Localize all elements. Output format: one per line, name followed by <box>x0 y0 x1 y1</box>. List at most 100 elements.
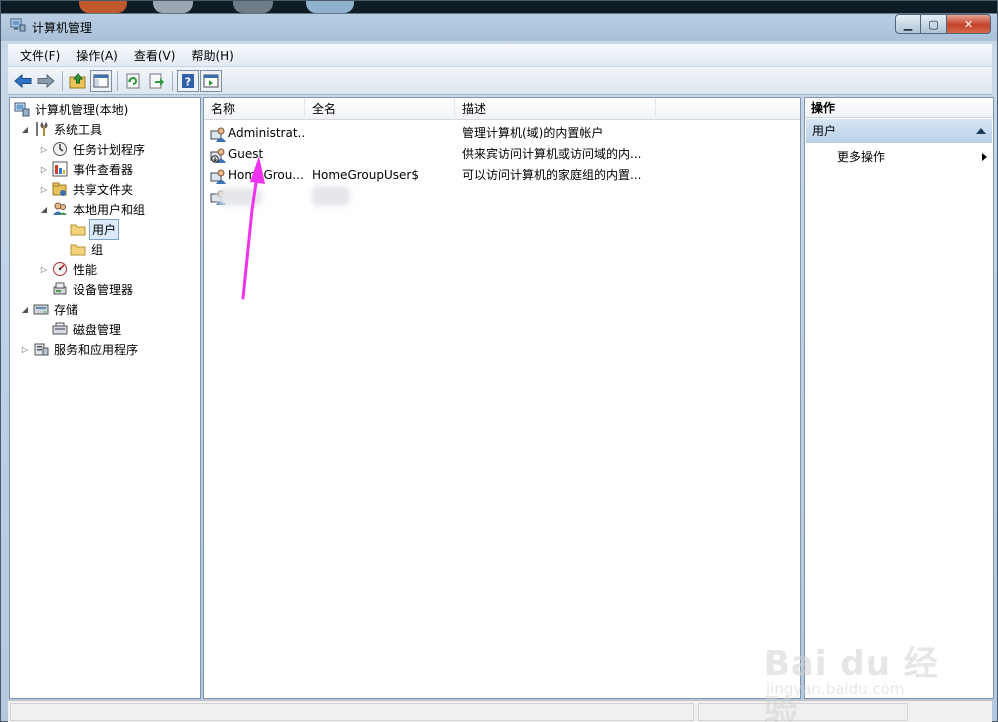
users-list: 名称 全名 描述 Administrat... 管理计算机(域)的内置帐户 Gu… <box>203 97 801 699</box>
collapse-triangle-icon[interactable]: ◢ <box>39 204 49 214</box>
menu-action[interactable]: 操作(A) <box>68 47 126 64</box>
tree-item-shared-folders[interactable]: ▷ 共享文件夹 <box>39 179 135 199</box>
user-account-icon <box>210 127 226 142</box>
shared-folders-icon <box>52 181 68 197</box>
show-hide-console-tree-button[interactable] <box>90 69 112 92</box>
window-controls: ▁ ▢ ✕ <box>895 14 991 34</box>
user-description: 供来宾访问计算机或访问域的内... <box>462 147 642 161</box>
taskbar-thumbnail <box>233 1 273 13</box>
tree-item-users[interactable]: 用户 <box>70 218 120 240</box>
task-scheduler-icon <box>52 141 68 157</box>
computer-management-window: 计算机管理 ▁ ▢ ✕ 文件(F) 操作(A) 查看(V) 帮助(H) ? 计算… <box>0 0 998 722</box>
storage-icon <box>33 301 49 317</box>
menu-help[interactable]: 帮助(H) <box>183 47 241 64</box>
tree-item-label: 事件查看器 <box>73 162 134 177</box>
tree-item-services-applications[interactable]: ▷ 服务和应用程序 <box>20 339 140 359</box>
title-bar[interactable]: 计算机管理 ▁ ▢ ✕ <box>1 1 997 41</box>
expand-triangle-icon[interactable]: ▷ <box>39 164 49 174</box>
tree-item-computer-management[interactable]: 计算机管理(本地) <box>14 99 130 119</box>
tree-item-device-manager[interactable]: 设备管理器 <box>52 279 135 299</box>
list-item[interactable]: Administrat... 管理计算机(域)的内置帐户 <box>204 123 800 144</box>
collapse-triangle-icon[interactable]: ◢ <box>20 124 30 134</box>
disk-management-icon <box>52 321 68 337</box>
performance-icon <box>52 261 68 277</box>
folder-icon <box>70 241 86 257</box>
expand-triangle-icon[interactable]: ▷ <box>39 144 49 154</box>
up-folder-button[interactable] <box>67 70 89 92</box>
more-actions-label: 更多操作 <box>837 150 886 164</box>
column-header-name[interactable]: 名称 <box>204 98 305 120</box>
status-segment <box>10 703 694 721</box>
expand-triangle-icon[interactable]: ▷ <box>20 344 30 354</box>
actions-section-label: 用户 <box>812 124 837 138</box>
system-tools-icon <box>33 121 49 137</box>
export-list-button[interactable] <box>145 70 167 92</box>
refresh-button[interactable] <box>122 70 144 92</box>
back-button[interactable] <box>12 70 34 92</box>
tree-item-storage[interactable]: ◢ 存储 <box>20 299 80 319</box>
maximize-icon: ▢ <box>928 17 939 31</box>
list-item[interactable]: Guest 供来宾访问计算机或访问域的内... <box>204 144 800 165</box>
list-item[interactable] <box>204 186 800 207</box>
actions-pane: 操作 用户 更多操作 <box>804 97 994 699</box>
window-title: 计算机管理 <box>32 21 93 35</box>
expand-triangle-icon[interactable]: ▷ <box>39 184 49 194</box>
taskbar-thumbnail <box>153 1 193 13</box>
folder-icon <box>70 221 86 237</box>
computer-management-icon <box>10 18 26 32</box>
taskbar-thumbnail <box>306 1 354 13</box>
user-name: Administrat... <box>228 126 306 140</box>
disabled-user-icon <box>210 148 226 163</box>
column-header-description[interactable]: 描述 <box>455 98 656 120</box>
tree-item-label: 任务计划程序 <box>73 142 146 157</box>
redacted-fullname <box>312 186 350 206</box>
tree-item-label: 共享文件夹 <box>73 182 134 197</box>
user-fullname <box>312 144 452 165</box>
tree-item-groups[interactable]: 组 <box>70 239 105 259</box>
actions-section-users[interactable]: 用户 <box>806 119 992 143</box>
close-button[interactable]: ✕ <box>947 14 991 34</box>
expand-triangle-icon[interactable]: ▷ <box>39 264 49 274</box>
user-description: 管理计算机(域)的内置帐户 <box>462 126 604 140</box>
tree-item-label: 设备管理器 <box>73 282 134 297</box>
toolbar: ? <box>8 67 992 95</box>
menu-view[interactable]: 查看(V) <box>126 47 184 64</box>
event-viewer-icon <box>52 161 68 177</box>
toolbar-separator <box>172 70 173 91</box>
tree-item-system-tools[interactable]: ◢ 系统工具 <box>20 119 104 139</box>
tree-item-label: 系统工具 <box>54 122 103 137</box>
tree-item-local-users-groups[interactable]: ◢ 本地用户和组 <box>39 199 147 219</box>
menu-file[interactable]: 文件(F) <box>12 47 68 64</box>
show-hide-console-tree-icon <box>93 74 109 87</box>
watermark-url: jingyan.baidu.com <box>766 680 905 698</box>
tree-item-disk-management[interactable]: 磁盘管理 <box>52 319 123 339</box>
redacted-name <box>218 188 262 206</box>
collapse-arrow-icon[interactable] <box>976 128 986 134</box>
export-list-icon <box>149 73 164 88</box>
show-hide-action-pane-button[interactable] <box>200 69 222 92</box>
tree-item-label: 用户 <box>89 218 120 240</box>
forward-button[interactable] <box>35 70 57 92</box>
column-header-fullname[interactable]: 全名 <box>305 98 455 120</box>
menu-bar: 文件(F) 操作(A) 查看(V) 帮助(H) <box>8 44 992 66</box>
console-tree: 计算机管理(本地) ◢ 系统工具 ▷ 任务计划程序 ▷ 事件查看器 ▷ 共享文件… <box>9 97 201 699</box>
taskbar-thumbnail <box>79 1 127 13</box>
tree-item-label: 服务和应用程序 <box>54 342 139 357</box>
show-hide-action-pane-icon <box>203 74 219 87</box>
list-item[interactable]: HomeGrou... HomeGroupUser$ 可以访问计算机的家庭组的内… <box>204 165 800 186</box>
services-apps-icon <box>33 341 49 357</box>
user-name: Guest <box>228 147 264 161</box>
device-manager-icon <box>52 281 68 297</box>
help-button[interactable]: ? <box>177 69 199 92</box>
tree-item-event-viewer[interactable]: ▷ 事件查看器 <box>39 159 135 179</box>
refresh-icon <box>126 73 140 88</box>
collapse-triangle-icon[interactable]: ◢ <box>20 304 30 314</box>
minimize-button[interactable]: ▁ <box>895 14 921 34</box>
toolbar-separator <box>62 70 63 91</box>
user-account-icon <box>210 169 226 184</box>
close-icon: ✕ <box>963 17 974 31</box>
maximize-button[interactable]: ▢ <box>921 14 947 34</box>
tree-item-task-scheduler[interactable]: ▷ 任务计划程序 <box>39 139 147 159</box>
more-actions-item[interactable]: 更多操作 <box>837 148 987 166</box>
tree-item-performance[interactable]: ▷ 性能 <box>39 259 99 279</box>
